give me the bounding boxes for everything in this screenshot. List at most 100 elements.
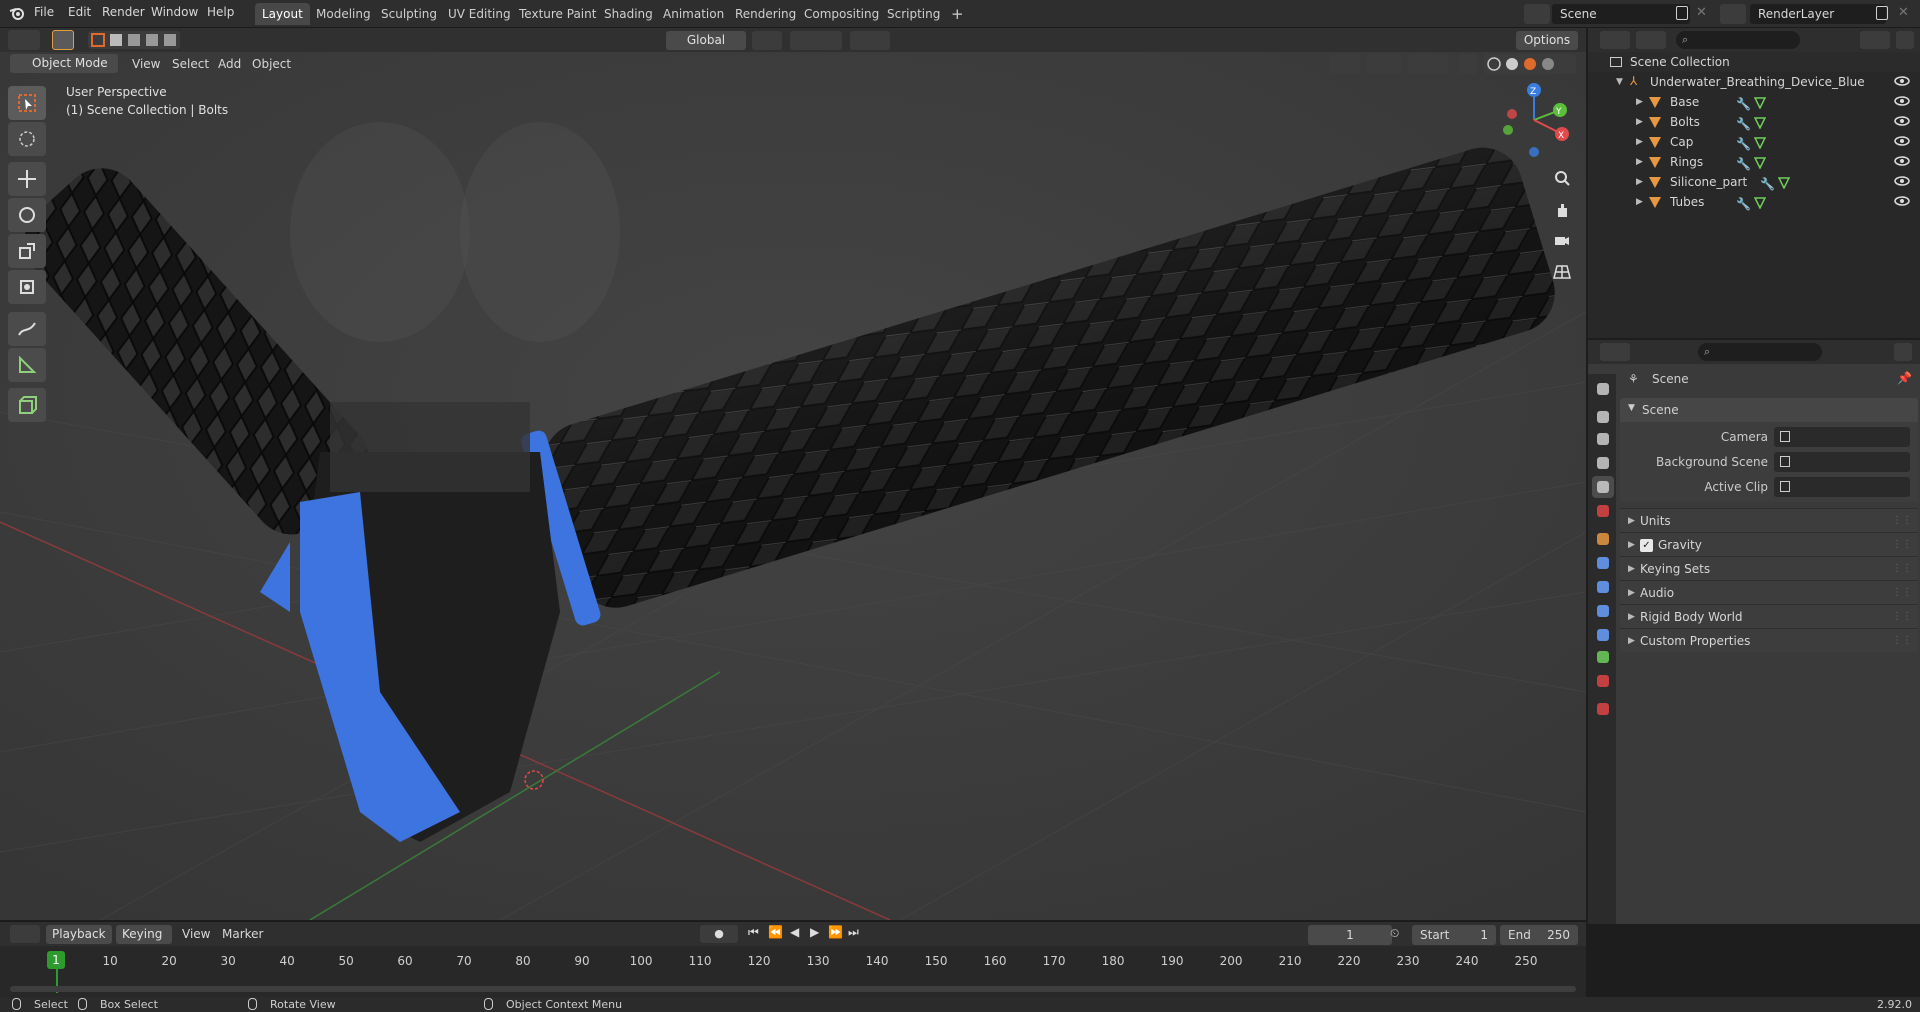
render-layer-field[interactable]: RenderLayer (1750, 4, 1886, 24)
editor-type-icon[interactable] (8, 30, 40, 50)
outliner-row-object[interactable]: ▶ Bolts 🔧 (1588, 112, 1920, 132)
subpanel-rigid-body-world[interactable]: ▶ Rigid Body World ⋮⋮ (1620, 604, 1918, 628)
select-box-tool[interactable] (8, 86, 46, 120)
visibility-eye-icon[interactable] (1894, 135, 1910, 147)
modifier-wrench-icon[interactable]: 🔧 (1736, 94, 1751, 114)
delete-scene-icon[interactable]: ✕ (1696, 5, 1707, 20)
pan-hand-icon[interactable] (1548, 196, 1576, 224)
record-icon[interactable]: ● (700, 925, 738, 943)
expand-arrow-icon[interactable]: ▶ (1636, 152, 1643, 172)
modifier-wrench-icon[interactable]: 🔧 (1736, 154, 1751, 174)
drag-handle-icon[interactable]: ⋮⋮ (1892, 629, 1912, 653)
add-workspace-button[interactable]: + (944, 3, 971, 25)
tab-sculpting[interactable]: Sculpting (374, 3, 444, 25)
mode-dropdown[interactable]: Object Mode (10, 54, 118, 73)
subpanel-gravity[interactable]: ▶ ✓ Gravity ⋮⋮ (1620, 532, 1918, 556)
outliner-row-object[interactable]: ▶ Base 🔧 (1588, 92, 1920, 112)
new-scene-icon[interactable] (1676, 6, 1688, 20)
visibility-eye-icon[interactable] (1894, 115, 1910, 127)
options-dropdown[interactable]: Options (1516, 31, 1578, 50)
perspective-toggle-icon[interactable] (1548, 258, 1576, 286)
orientation-dropdown[interactable]: Global (666, 31, 746, 50)
measure-tool[interactable] (8, 348, 46, 382)
pin-icon[interactable]: 📌 (1897, 371, 1912, 385)
frame-ruler[interactable]: 10 20 30 40 50 60 70 80 90 100 110 120 130 140 150 160 1… (0, 946, 1586, 998)
rotate-tool[interactable] (8, 198, 46, 232)
play-reverse-icon[interactable]: ◀ (790, 925, 799, 939)
playhead[interactable]: 1 (47, 951, 65, 969)
physics-tab-icon[interactable] (1592, 600, 1614, 622)
world-tab-icon[interactable] (1592, 500, 1614, 522)
subpanel-units[interactable]: ▶ Units ⋮⋮ (1620, 508, 1918, 532)
outliner-row-object[interactable]: ▶ Rings 🔧 (1588, 152, 1920, 172)
visibility-eye-icon[interactable] (1894, 195, 1910, 207)
render-tab-icon[interactable] (1592, 406, 1614, 428)
filter-icon[interactable] (1860, 31, 1890, 49)
subpanel-keying-sets[interactable]: ▶ Keying Sets ⋮⋮ (1620, 556, 1918, 580)
view-layer-tab-icon[interactable] (1592, 452, 1614, 474)
play-icon[interactable]: ▶ (810, 925, 819, 939)
visibility-eye-icon[interactable] (1894, 95, 1910, 107)
tab-texture-paint[interactable]: Texture Paint (512, 3, 603, 25)
particles-tab-icon[interactable] (1592, 576, 1614, 598)
keying-dropdown[interactable]: Keying (116, 925, 172, 944)
prev-key-icon[interactable]: ⏪ (768, 925, 783, 939)
visibility-icon[interactable] (1330, 54, 1360, 74)
gravity-checkbox[interactable]: ✓ (1640, 539, 1653, 552)
tab-compositing[interactable]: Compositing (797, 3, 886, 25)
drag-handle-icon[interactable]: ⋮⋮ (1892, 581, 1912, 605)
outliner-row-object[interactable]: ▶ Cap 🔧 (1588, 132, 1920, 152)
expand-arrow-icon[interactable]: ▼ (1616, 72, 1623, 92)
select-mode-icon[interactable] (52, 30, 74, 50)
subpanel-custom-properties[interactable]: ▶ Custom Properties ⋮⋮ (1620, 628, 1918, 652)
outliner-editor-icon[interactable] (1600, 31, 1630, 49)
jump-start-icon[interactable]: ⏮ (748, 925, 759, 940)
menu-select[interactable]: Select (172, 57, 209, 71)
proportional-edit-icon[interactable] (850, 31, 890, 50)
tab-modeling[interactable]: Modeling (309, 3, 378, 25)
properties-editor-icon[interactable] (1600, 343, 1630, 361)
display-mode-icon[interactable] (1636, 31, 1666, 49)
move-tool[interactable] (8, 162, 46, 196)
blender-logo-icon[interactable] (9, 5, 25, 21)
scene-selector-icon[interactable] (1524, 4, 1550, 24)
navigation-gizmo[interactable]: Z Y X (1494, 80, 1574, 160)
modifier-wrench-icon[interactable]: 🔧 (1736, 194, 1751, 214)
modifier-wrench-icon[interactable]: 🔧 (1736, 114, 1751, 134)
subpanel-audio[interactable]: ▶ Audio ⋮⋮ (1620, 580, 1918, 604)
expand-arrow-icon[interactable]: ▶ (1636, 112, 1643, 132)
expand-arrow-icon[interactable]: ▶ (1636, 192, 1643, 212)
timeline-editor-icon[interactable] (10, 925, 40, 943)
outliner-row-collection[interactable]: ▼ ⅄ Underwater_Breathing_Device_Blue (1588, 72, 1920, 92)
tab-shading[interactable]: Shading (597, 3, 660, 25)
end-frame-field[interactable]: End 250 (1500, 925, 1578, 945)
overlay-toggle-icon[interactable] (1408, 54, 1448, 74)
properties-search-icon[interactable]: ⌕ (1698, 343, 1822, 361)
preview-range-icon[interactable]: ⏲ (1390, 926, 1399, 941)
gizmo-toggle-icon[interactable] (1366, 54, 1402, 74)
xray-toggle-icon[interactable] (1458, 54, 1478, 74)
tab-animation[interactable]: Animation (656, 3, 731, 25)
field-input[interactable] (1774, 452, 1910, 472)
data-tab-icon[interactable] (1592, 646, 1614, 668)
next-key-icon[interactable]: ⏩ (828, 925, 843, 939)
outliner-row-scene-collection[interactable]: Scene Collection (1588, 52, 1920, 72)
camera-view-icon[interactable] (1548, 226, 1576, 254)
delete-layer-icon[interactable]: ✕ (1898, 5, 1909, 20)
menu-add[interactable]: Add (218, 57, 241, 71)
selection-mode-set-icon[interactable] (88, 31, 180, 49)
current-frame-field[interactable]: 1 (1308, 925, 1392, 945)
snap-icon[interactable] (790, 31, 842, 50)
menu-help[interactable]: Help (207, 5, 234, 19)
tab-uv-editing[interactable]: UV Editing (441, 3, 518, 25)
cursor-tool[interactable] (8, 122, 46, 156)
visibility-eye-icon[interactable] (1894, 175, 1910, 187)
jump-end-icon[interactable]: ⏭ (848, 925, 859, 940)
new-layer-icon[interactable] (1876, 6, 1888, 20)
pivot-icon[interactable] (752, 31, 782, 50)
material-tab-icon[interactable] (1592, 670, 1614, 692)
modifier-wrench-icon[interactable]: 🔧 (1760, 174, 1775, 194)
new-collection-icon[interactable] (1896, 31, 1914, 49)
texture-tab-icon[interactable] (1592, 698, 1614, 720)
modifier-tab-icon[interactable] (1592, 552, 1614, 574)
